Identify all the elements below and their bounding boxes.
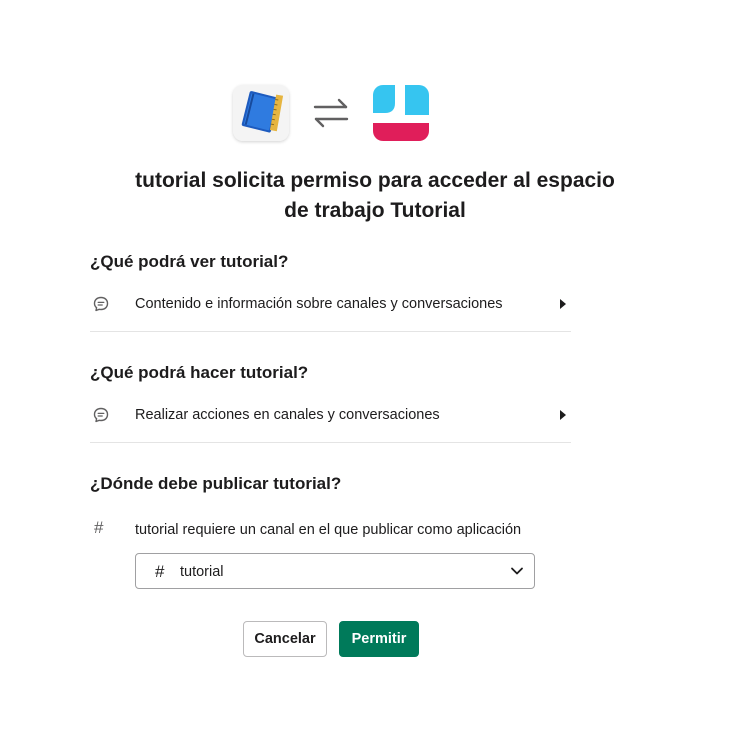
do-permission-label: Realizar acciones en canales y conversac… [135, 407, 440, 423]
see-section-heading: ¿Qué podrá ver tutorial? [90, 252, 289, 271]
page-title-line-2: de trabajo Tutorial [284, 199, 466, 222]
page-title-line-1: tutorial solicita permiso para acceder a… [135, 169, 615, 192]
cancel-button[interactable]: Cancelar [243, 621, 327, 657]
caret-right-icon [560, 299, 566, 309]
chevron-down-icon [511, 567, 523, 575]
page-title: tutorial solicita permiso para acceder a… [80, 166, 670, 226]
chat-bubble-icon [93, 407, 109, 423]
hash-icon: # [94, 518, 104, 537]
caret-right-icon [560, 410, 566, 420]
do-permission-row[interactable]: Realizar acciones en canales y conversac… [90, 395, 571, 443]
do-section-heading: ¿Qué podrá hacer tutorial? [90, 363, 309, 382]
oauth-permission-page: tutorial solicita permiso para acceder a… [0, 0, 750, 749]
channel-requirement-note: tutorial requiere un canal en el que pub… [135, 522, 522, 538]
channel-hash-icon: # [155, 562, 165, 581]
workspace-logo-icon [373, 85, 429, 141]
see-permission-row[interactable]: Contenido e información sobre canales y … [90, 284, 571, 332]
channel-select[interactable]: # tutorial [135, 553, 535, 589]
chat-bubble-icon [93, 296, 109, 312]
notebook-app-icon [233, 85, 289, 141]
allow-button[interactable]: Permitir [339, 621, 419, 657]
post-section-heading: ¿Dónde debe publicar tutorial? [90, 474, 342, 493]
header-icons [233, 85, 433, 143]
see-permission-label: Contenido e información sobre canales y … [135, 296, 503, 312]
selected-channel-value: tutorial [180, 564, 224, 580]
swap-arrows-icon [311, 97, 351, 129]
